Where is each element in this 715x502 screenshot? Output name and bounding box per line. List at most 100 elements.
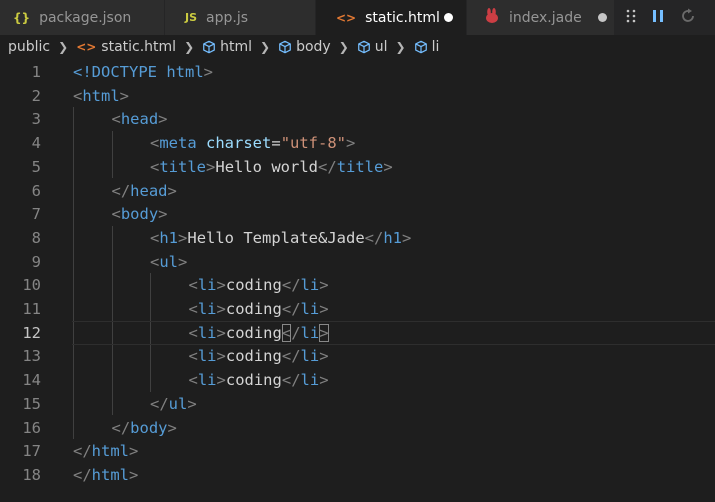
code-token: coding [225, 347, 282, 366]
code-line[interactable]: 1 <!DOCTYPE html> [0, 60, 715, 84]
code-token: Hello Template&Jade [187, 228, 365, 247]
line-number: 13 [22, 347, 41, 366]
code-token: head [120, 110, 159, 129]
code-content: <li>coding</li> [189, 321, 329, 345]
chevron-right-icon: ❯ [58, 40, 69, 54]
code-content: </html> [73, 463, 138, 487]
breadcrumb-symbol-label: html [220, 39, 253, 55]
code-token: </ [281, 276, 301, 295]
code-token: > [319, 371, 329, 390]
code-line[interactable]: 2 <html> [0, 84, 715, 108]
code-line[interactable]: 6 </head> [0, 179, 715, 203]
line-number: 16 [22, 418, 41, 437]
breadcrumb-symbol-html[interactable]: html [202, 39, 252, 55]
line-number: 11 [22, 300, 41, 318]
code-token: </ [150, 394, 169, 413]
code-content: <title>Hello world</title> [150, 155, 393, 179]
bracket-match-highlight: < [281, 323, 292, 342]
line-number: 5 [31, 157, 41, 176]
tab-package-json[interactable]: {} package.json [0, 0, 164, 35]
code-token: li [197, 300, 217, 318]
code-line[interactable]: 16 </body> [0, 416, 715, 440]
code-token: h1 [383, 228, 403, 247]
code-token: title [336, 157, 384, 176]
chevron-right-icon: ❯ [395, 40, 406, 54]
code-content: <li>coding</li> [189, 297, 329, 321]
symbol-cube-icon [203, 40, 216, 54]
html-icon: <> [336, 10, 357, 25]
code-line[interactable]: 14 <li>coding</li> [0, 368, 715, 392]
code-line[interactable]: 18 </html> [0, 463, 715, 487]
tab-label: static.html [365, 9, 440, 26]
code-token: > [319, 300, 329, 318]
code-line[interactable]: 3 <head> [0, 107, 715, 131]
code-token: > [216, 323, 226, 342]
code-token: > [216, 300, 226, 318]
code-token: li [300, 323, 320, 342]
code-content: <ul> [150, 250, 187, 274]
code-line[interactable]: 7 <body> [0, 202, 715, 226]
code-token: </ [318, 157, 337, 176]
code-line[interactable]: 15 </ul> [0, 392, 715, 416]
tab-static-html[interactable]: <> static.html [316, 0, 466, 35]
html-icon: <> [76, 40, 97, 54]
code-token: > [319, 276, 329, 295]
code-token: > [216, 371, 226, 390]
breadcrumb-file-label: static.html [101, 39, 177, 55]
breadcrumb-folder-label: public [8, 39, 51, 55]
code-token: Hello world [215, 157, 319, 176]
code-line[interactable]: 5 <title>Hello world</title> [0, 155, 715, 179]
code-token: > [346, 134, 356, 153]
code-token: meta [159, 134, 197, 153]
code-editor[interactable]: 1 <!DOCTYPE html> 2 <html> 3 <head> 4 <meta cha… [0, 60, 715, 502]
jade-rabbit-icon [486, 8, 498, 23]
code-content: </ul> [150, 392, 197, 416]
drag-handle-icon[interactable] [626, 9, 636, 27]
code-line[interactable]: 17 </html> [0, 439, 715, 463]
code-line[interactable]: 10 <li>coding</li> [0, 273, 715, 297]
editor-tab-bar: {} package.json JS app.js <> static.html… [0, 0, 715, 35]
unsaved-dot-icon[interactable] [444, 13, 453, 22]
line-number: 8 [31, 228, 41, 247]
breadcrumb-symbol-label: body [296, 39, 331, 55]
restart-icon[interactable] [680, 8, 696, 28]
code-content: <!DOCTYPE html> [73, 60, 213, 84]
code-line[interactable]: 11 <li>coding</li> [0, 297, 715, 321]
code-token: head [130, 181, 168, 200]
code-token: > [402, 228, 412, 247]
breadcrumb-file[interactable]: <> static.html [76, 39, 176, 55]
code-token: h1 [159, 228, 179, 247]
code-line[interactable]: 4 <meta charset="utf-8"> [0, 131, 715, 155]
code-line[interactable]: 13 <li>coding</li> [0, 344, 715, 368]
code-content: <h1>Hello Template&Jade</h1> [150, 226, 411, 250]
code-token: "utf-8" [280, 134, 347, 153]
breadcrumb-folder[interactable]: public [8, 39, 50, 55]
code-token: li [197, 323, 217, 342]
line-number: 1 [31, 63, 41, 81]
code-line[interactable]: 12 <li>coding</li> [0, 320, 715, 345]
code-token: li [300, 347, 320, 366]
breadcrumb-symbol-label: li [431, 39, 440, 55]
unsaved-dot-icon[interactable] [598, 13, 607, 22]
tab-app-js[interactable]: JS app.js [165, 0, 315, 35]
code-line[interactable]: 8 <h1>Hello Template&Jade</h1> [0, 226, 715, 250]
code-token: > [203, 63, 213, 81]
line-number: 12 [22, 323, 41, 342]
breadcrumb-symbol-li[interactable]: li [414, 39, 440, 55]
code-line[interactable]: 9 <ul> [0, 250, 715, 274]
breadcrumb-symbol-body[interactable]: body [278, 39, 331, 55]
code-token: < [150, 252, 160, 271]
code-token: </ [364, 228, 384, 247]
code-token: > [206, 157, 216, 176]
code-token: </ [73, 465, 92, 484]
code-token: li [197, 347, 217, 366]
breadcrumb-symbol-label: ul [374, 39, 388, 55]
code-token: < [188, 276, 198, 295]
tab-index-jade[interactable]: index.jade [467, 0, 614, 35]
breadcrumb-symbol-ul[interactable]: ul [357, 39, 388, 55]
code-token: body [130, 418, 168, 437]
code-token: = [271, 134, 281, 153]
jade-icon [483, 8, 501, 27]
pause-icon[interactable] [652, 9, 664, 27]
code-token: charset [206, 134, 272, 153]
